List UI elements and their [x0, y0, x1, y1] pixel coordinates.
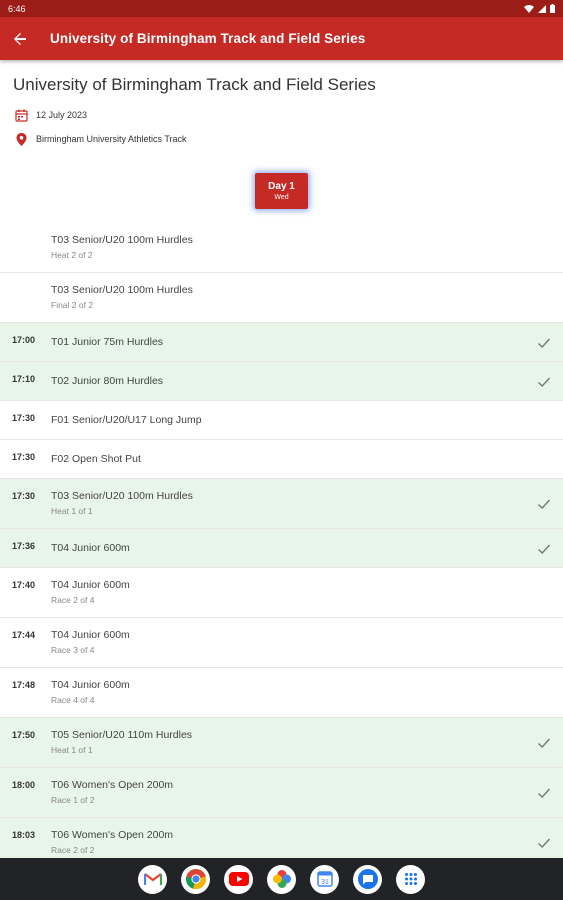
event-subtitle: Race 3 of 4: [51, 645, 95, 655]
event-name: T06 Women's Open 200m: [51, 829, 174, 841]
event-time: 17:00: [12, 335, 36, 345]
youtube-icon[interactable]: [224, 864, 253, 894]
svg-text:31: 31: [321, 879, 329, 886]
event-name: T04 Junior 600m: [51, 679, 130, 691]
signal-icon: [538, 4, 546, 13]
wifi-icon: [524, 4, 534, 13]
event-date: 12 July 2023: [36, 110, 88, 120]
status-time: 6:46: [8, 3, 26, 14]
schedule-row[interactable]: 17:44 T04 Junior 600m Race 3 of 4: [0, 618, 563, 668]
event-subtitle: Final 2 of 2: [51, 300, 94, 310]
event-name: T06 Women's Open 200m: [51, 779, 174, 791]
event-time: 17:10: [12, 374, 36, 384]
event-name: T04 Junior 600m: [51, 629, 130, 641]
check-icon: [538, 838, 551, 848]
event-time: 17:30: [12, 491, 36, 501]
event-time: 17:36: [12, 541, 36, 551]
event-name: T03 Senior/U20 100m Hurdles: [51, 284, 193, 296]
app-bar: University of Birmingham Track and Field…: [0, 17, 563, 60]
event-date-row: 12 July 2023: [14, 108, 87, 122]
arrow-back-icon: [14, 32, 26, 45]
event-name: T02 Junior 80m Hurdles: [51, 375, 164, 387]
check-icon: [538, 544, 551, 554]
schedule-row[interactable]: 17:30 F02 Open Shot Put: [0, 440, 563, 479]
chrome-icon[interactable]: [181, 864, 210, 894]
app-drawer-icon[interactable]: [396, 864, 425, 894]
event-time: 17:40: [12, 580, 36, 590]
event-name: T03 Senior/U20 100m Hurdles: [51, 490, 193, 502]
event-title: University of Birmingham Track and Field…: [13, 75, 376, 94]
event-time: 17:44: [12, 630, 36, 640]
schedule-row[interactable]: T03 Senior/U20 100m Hurdles Final 2 of 2: [0, 273, 563, 323]
check-icon: [538, 788, 551, 798]
event-name: T05 Senior/U20 110m Hurdles: [51, 729, 193, 741]
schedule-row[interactable]: 17:00 T01 Junior 75m Hurdles: [0, 323, 563, 362]
check-icon: [538, 738, 551, 748]
event-time: 17:48: [12, 680, 36, 690]
event-subtitle: Race 2 of 4: [51, 595, 95, 605]
schedule-list: T03 Senior/U20 100m Hurdles Heat 2 of 2 T0…: [0, 223, 563, 858]
event-name: F01 Senior/U20/U17 Long Jump: [51, 414, 202, 426]
schedule-row[interactable]: 18:00 T06 Women's Open 200m Race 1 of 2: [0, 768, 563, 818]
schedule-row[interactable]: 17:30 F01 Senior/U20/U17 Long Jump: [0, 401, 563, 440]
event-subtitle: Race 1 of 2: [51, 795, 95, 805]
schedule-row[interactable]: 17:50 T05 Senior/U20 110m Hurdles Heat 1 o…: [0, 718, 563, 768]
event-subtitle: Heat 2 of 2: [51, 250, 93, 260]
event-subtitle: Race 2 of 2: [51, 845, 95, 855]
app-bar-title: University of Birmingham Track and Field…: [50, 31, 366, 46]
navigation-bar: 31: [0, 858, 563, 900]
schedule-row[interactable]: 17:30 T03 Senior/U20 100m Hurdles Heat 1 o…: [0, 479, 563, 529]
status-bar: 6:46: [0, 0, 563, 17]
status-icons: [524, 4, 555, 13]
photos-icon[interactable]: [267, 864, 296, 894]
schedule-row[interactable]: 17:10 T02 Junior 80m Hurdles: [0, 362, 563, 401]
back-button[interactable]: [0, 17, 40, 60]
gmail-icon[interactable]: [138, 864, 167, 894]
event-subtitle: Race 4 of 4: [51, 695, 95, 705]
calendar-icon[interactable]: 31: [310, 864, 339, 894]
day-tab-label: Day 1: [268, 180, 295, 192]
battery-icon: [550, 4, 555, 13]
event-name: T04 Junior 600m: [51, 579, 130, 591]
event-content[interactable]: University of Birmingham Track and Field…: [0, 60, 563, 858]
schedule-row[interactable]: 17:40 T04 Junior 600m Race 2 of 4: [0, 568, 563, 618]
event-subtitle: Heat 1 of 1: [51, 506, 93, 516]
event-name: T03 Senior/U20 100m Hurdles: [51, 234, 193, 246]
event-time: 17:50: [12, 730, 36, 740]
schedule-row[interactable]: 18:03 T06 Women's Open 200m Race 2 of 2: [0, 818, 563, 858]
event-location-row[interactable]: Birmingham University Athletics Track: [14, 132, 187, 146]
check-icon: [538, 338, 551, 348]
calendar-icon: [14, 108, 28, 122]
event-name: F02 Open Shot Put: [51, 453, 141, 465]
check-icon: [538, 377, 551, 387]
check-icon: [538, 499, 551, 509]
event-time: 17:30: [12, 452, 36, 462]
day-tab-weekday: Wed: [274, 193, 289, 201]
event-location: Birmingham University Athletics Track: [36, 134, 187, 144]
schedule-row[interactable]: T03 Senior/U20 100m Hurdles Heat 2 of 2: [0, 223, 563, 273]
schedule-row[interactable]: 17:36 T04 Junior 600m: [0, 529, 563, 568]
event-time: 18:03: [12, 830, 36, 840]
event-name: T01 Junior 75m Hurdles: [51, 336, 164, 348]
location-pin-icon: [14, 132, 28, 146]
event-time: 17:30: [12, 413, 36, 423]
schedule-row[interactable]: 17:48 T04 Junior 600m Race 4 of 4: [0, 668, 563, 718]
event-subtitle: Heat 1 of 1: [51, 745, 93, 755]
day-tab-1[interactable]: Day 1 Wed: [255, 173, 308, 209]
event-time: 18:00: [12, 780, 36, 790]
messages-icon[interactable]: [353, 864, 382, 894]
event-name: T04 Junior 600m: [51, 542, 130, 554]
